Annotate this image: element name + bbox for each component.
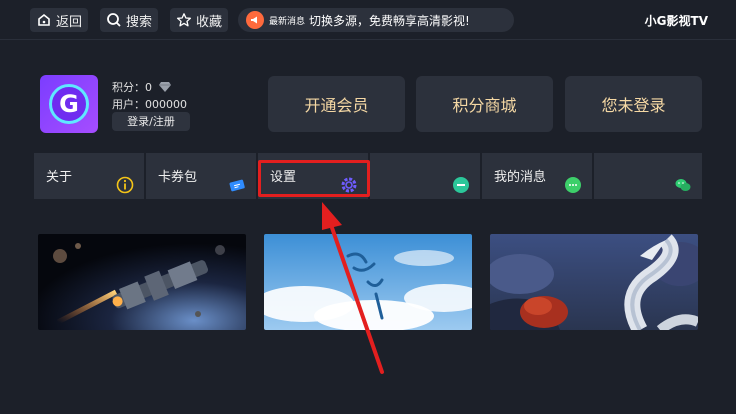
ticket-icon [229, 179, 245, 192]
menu-item-coupons[interactable]: 卡券包 [146, 153, 257, 199]
menu-item-wechat[interactable] [594, 153, 702, 199]
app-title: 小G影视TV [644, 14, 708, 28]
avatar[interactable]: G [40, 75, 98, 133]
star-icon [176, 13, 192, 27]
notice-text: 切换多源，免费畅享高清影视! [309, 13, 470, 28]
user-id: 用户：000000 [112, 98, 187, 111]
points-label: 积分：0 [112, 81, 152, 94]
highlight-box [258, 160, 370, 197]
chat-green-icon [453, 177, 469, 193]
menu-item-label: 关于 [46, 170, 73, 185]
top-bar: 返回 搜索 收藏 最新消息 切换多源，免费畅享高清影视! 小G影视TV [0, 0, 736, 40]
spaceship-image [38, 234, 246, 330]
search-label: 搜索 [126, 14, 153, 30]
points-row: 积分：0 [112, 79, 172, 95]
menu-item-about[interactable]: 关于 [34, 153, 145, 199]
notice-bar[interactable]: 最新消息 切换多源，免费畅享高清影视! [238, 8, 514, 32]
login-status-button[interactable]: 您未登录 [565, 76, 702, 132]
login-register-button[interactable]: 登录/注册 [112, 112, 190, 131]
back-button[interactable]: 返回 [30, 8, 89, 32]
wechat-icon [675, 179, 691, 191]
dragon-image [490, 234, 698, 330]
banner-dragon[interactable] [490, 234, 698, 330]
menu-item-label: 我的消息 [494, 170, 547, 185]
favorite-label: 收藏 [196, 14, 223, 30]
sky-poster-image [264, 234, 472, 330]
diamond-icon [159, 82, 171, 92]
megaphone-icon [246, 11, 264, 29]
banner-sky[interactable] [264, 234, 472, 330]
notice-label: 最新消息 [269, 16, 306, 27]
menu-item-support[interactable] [370, 153, 481, 199]
back-label: 返回 [56, 14, 83, 30]
avatar-logo: G [49, 84, 89, 124]
search-icon [107, 13, 121, 27]
menu-item-messages[interactable]: 我的消息 [482, 153, 593, 199]
menu-item-label: 卡券包 [158, 170, 198, 185]
vip-button[interactable]: 开通会员 [268, 76, 405, 132]
info-icon [116, 176, 134, 194]
annotation-arrow [322, 202, 384, 374]
banner-spaceship[interactable] [38, 234, 246, 330]
favorite-button[interactable]: 收藏 [170, 8, 229, 32]
points-shop-button[interactable]: 积分商城 [416, 76, 553, 132]
message-icon [565, 177, 581, 193]
search-button[interactable]: 搜索 [100, 8, 159, 32]
home-icon [38, 13, 50, 26]
